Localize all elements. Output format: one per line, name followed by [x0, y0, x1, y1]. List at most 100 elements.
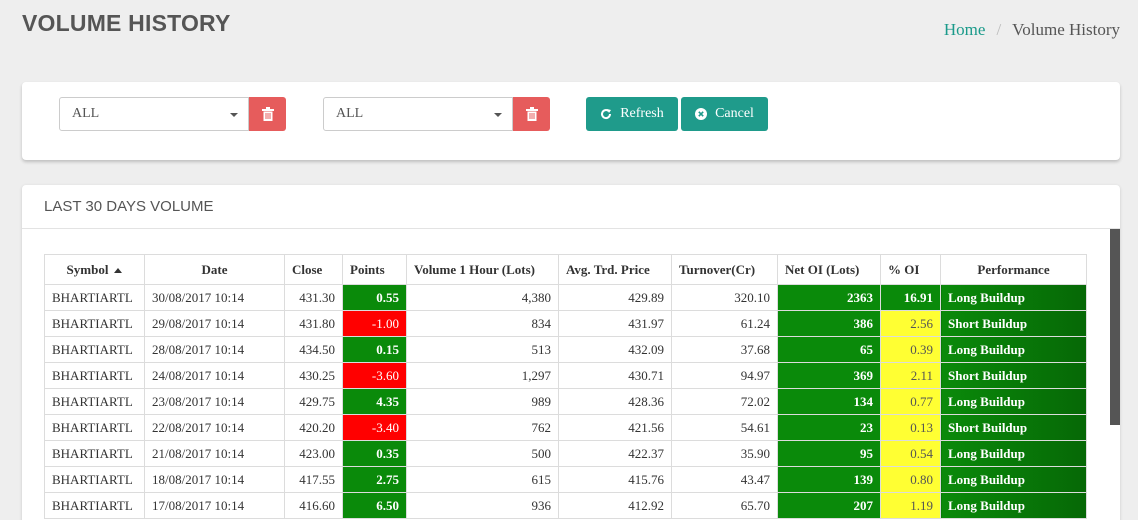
volume-table: Symbol Date Close Points Volume 1 Hour (… [44, 254, 1087, 519]
cell-net-oi: 369 [777, 362, 881, 389]
cell-performance: Long Buildup [940, 492, 1087, 519]
cell-date: 29/08/2017 10:14 [144, 310, 285, 337]
cell-pct-oi: 0.39 [880, 336, 941, 363]
cell-close: 417.55 [284, 466, 343, 493]
clear-date-button[interactable] [513, 97, 550, 131]
cell-symbol: BHARTIARTL [44, 284, 145, 311]
cell-turnover: 94.97 [671, 362, 778, 389]
cell-turnover: 65.70 [671, 492, 778, 519]
trash-icon [525, 107, 538, 121]
cell-close: 431.30 [284, 284, 343, 311]
cell-date: 30/08/2017 10:14 [144, 284, 285, 311]
cell-net-oi: 2363 [777, 284, 881, 311]
cell-performance: Short Buildup [940, 310, 1087, 337]
refresh-icon [601, 109, 612, 120]
cell-turnover: 320.10 [671, 284, 778, 311]
cell-date: 18/08/2017 10:14 [144, 466, 285, 493]
column-header-date[interactable]: Date [144, 254, 285, 285]
cell-volume: 762 [406, 414, 559, 441]
clear-symbol-button[interactable] [249, 97, 286, 131]
trash-icon [261, 107, 274, 121]
cell-points: 0.55 [342, 284, 407, 311]
cell-performance: Long Buildup [940, 440, 1087, 467]
cell-close: 434.50 [284, 336, 343, 363]
column-header-close[interactable]: Close [284, 254, 343, 285]
cell-points: 0.15 [342, 336, 407, 363]
refresh-button[interactable]: Refresh [586, 97, 678, 131]
cell-avg-price: 412.92 [558, 492, 672, 519]
cell-performance: Short Buildup [940, 362, 1087, 389]
cell-net-oi: 207 [777, 492, 881, 519]
table-row: BHARTIARTL 30/08/2017 10:14 431.30 0.55 … [44, 284, 1087, 311]
cell-volume: 4,380 [406, 284, 559, 311]
column-header-pct-oi[interactable]: % OI [880, 254, 941, 285]
cell-symbol: BHARTIARTL [44, 492, 145, 519]
cell-volume: 615 [406, 466, 559, 493]
cell-avg-price: 415.76 [558, 466, 672, 493]
column-header-performance[interactable]: Performance [940, 254, 1087, 285]
breadcrumb-home-link[interactable]: Home [944, 20, 986, 40]
card-title: LAST 30 DAYS VOLUME [22, 185, 1120, 229]
cell-performance: Long Buildup [940, 388, 1087, 415]
cell-close: 423.00 [284, 440, 343, 467]
cell-net-oi: 386 [777, 310, 881, 337]
cell-net-oi: 139 [777, 466, 881, 493]
cell-pct-oi: 1.19 [880, 492, 941, 519]
table-row: BHARTIARTL 23/08/2017 10:14 429.75 4.35 … [44, 388, 1087, 415]
cell-avg-price: 430.71 [558, 362, 672, 389]
close-circle-icon [695, 108, 708, 120]
cell-date: 23/08/2017 10:14 [144, 388, 285, 415]
cell-date: 24/08/2017 10:14 [144, 362, 285, 389]
refresh-label: Refresh [620, 106, 664, 121]
cell-turnover: 37.68 [671, 336, 778, 363]
table-header-row: Symbol Date Close Points Volume 1 Hour (… [44, 254, 1087, 285]
cell-net-oi: 95 [777, 440, 881, 467]
column-header-avg-price[interactable]: Avg. Trd. Price [558, 254, 672, 285]
date-select[interactable]: ALL [323, 97, 513, 131]
table-row: BHARTIARTL 29/08/2017 10:14 431.80 -1.00… [44, 310, 1087, 337]
table-row: BHARTIARTL 24/08/2017 10:14 430.25 -3.60… [44, 362, 1087, 389]
cell-close: 431.80 [284, 310, 343, 337]
cell-turnover: 72.02 [671, 388, 778, 415]
cell-close: 416.60 [284, 492, 343, 519]
table-row: BHARTIARTL 22/08/2017 10:14 420.20 -3.40… [44, 414, 1087, 441]
cell-volume: 936 [406, 492, 559, 519]
cell-performance: Short Buildup [940, 414, 1087, 441]
cell-avg-price: 429.89 [558, 284, 672, 311]
column-header-symbol[interactable]: Symbol [44, 254, 145, 285]
sort-ascending-icon [114, 268, 123, 274]
cancel-button[interactable]: Cancel [681, 97, 768, 131]
breadcrumb: Home / Volume History [944, 20, 1120, 40]
cell-date: 21/08/2017 10:14 [144, 440, 285, 467]
cell-turnover: 35.90 [671, 440, 778, 467]
cell-net-oi: 23 [777, 414, 881, 441]
cell-volume: 500 [406, 440, 559, 467]
cell-net-oi: 134 [777, 388, 881, 415]
cell-pct-oi: 0.80 [880, 466, 941, 493]
cell-volume: 513 [406, 336, 559, 363]
cell-turnover: 61.24 [671, 310, 778, 337]
scrollbar[interactable] [1110, 229, 1120, 425]
cell-points: 4.35 [342, 388, 407, 415]
cell-performance: Long Buildup [940, 284, 1087, 311]
breadcrumb-current: Volume History [1012, 20, 1120, 39]
cell-pct-oi: 2.56 [880, 310, 941, 337]
cell-symbol: BHARTIARTL [44, 362, 145, 389]
cell-points: -1.00 [342, 310, 407, 337]
page-title: VOLUME HISTORY [22, 10, 231, 36]
cell-performance: Long Buildup [940, 336, 1087, 363]
cell-net-oi: 65 [777, 336, 881, 363]
cell-avg-price: 432.09 [558, 336, 672, 363]
cell-points: 0.35 [342, 440, 407, 467]
column-header-points[interactable]: Points [342, 254, 407, 285]
column-header-volume[interactable]: Volume 1 Hour (Lots) [406, 254, 559, 285]
cell-symbol: BHARTIARTL [44, 440, 145, 467]
column-header-net-oi[interactable]: Net OI (Lots) [777, 254, 881, 285]
cell-avg-price: 431.97 [558, 310, 672, 337]
column-header-turnover[interactable]: Turnover(Cr) [671, 254, 778, 285]
cell-symbol: BHARTIARTL [44, 414, 145, 441]
cell-volume: 834 [406, 310, 559, 337]
symbol-select-value: ALL [72, 106, 100, 121]
table-row: BHARTIARTL 21/08/2017 10:14 423.00 0.35 … [44, 440, 1087, 467]
symbol-select[interactable]: ALL [59, 97, 249, 131]
